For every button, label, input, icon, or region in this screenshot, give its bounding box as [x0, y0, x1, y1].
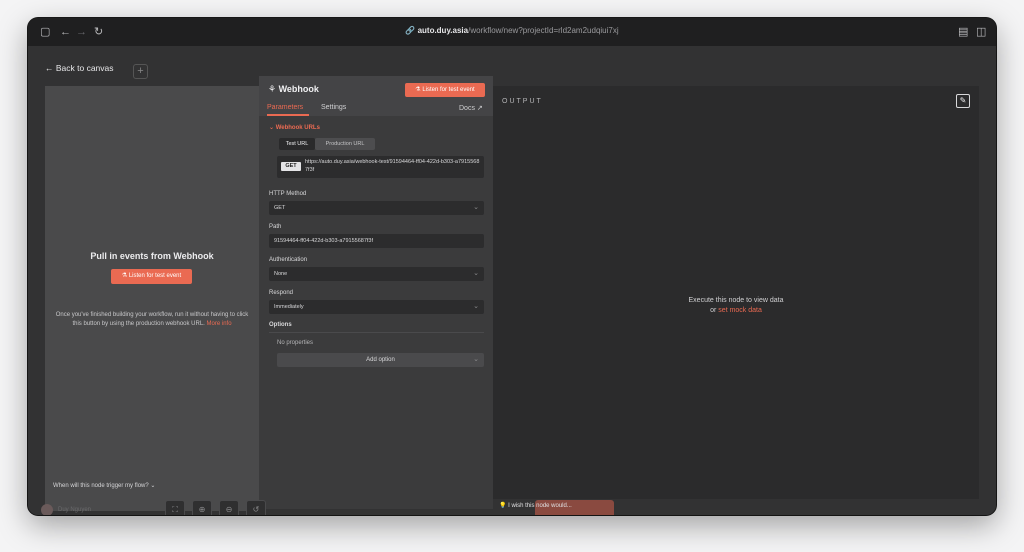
fit-view-icon: ⛶ [172, 505, 178, 514]
authentication-label: Authentication [269, 257, 308, 263]
zoom-out-icon: ⊖ [225, 505, 233, 514]
feedback-link[interactable]: 💡 I wish this node would... [499, 502, 572, 509]
input-panel-description: Once you've finished building your workf… [51, 311, 253, 329]
add-option-label: Add option [366, 357, 395, 363]
zoom-out-button[interactable]: ⊖ [219, 500, 239, 515]
node-title-text: Webhook [278, 84, 319, 94]
trigger-info-toggle[interactable]: When will this node trigger my flow? ⌄ [53, 482, 155, 489]
feedback-text: I wish this node would... [508, 503, 572, 509]
chevron-down-icon: ⌄ [473, 270, 479, 277]
chevron-down-icon: ⌄ [150, 483, 156, 489]
tab-test-url[interactable]: Test URL [279, 138, 315, 150]
back-label: Back to canvas [55, 63, 114, 73]
reader-icon[interactable]: ▤ [958, 26, 968, 38]
fit-view-button[interactable]: ⛶ [165, 500, 185, 515]
docs-label: Docs [459, 105, 475, 112]
tab-settings[interactable]: Settings [321, 104, 346, 111]
zoom-in-button[interactable]: ⊕ [192, 500, 212, 515]
external-link-icon: ↗ [474, 105, 483, 112]
path-label: Path [269, 224, 282, 230]
or-text: or [710, 307, 717, 314]
active-tab-indicator [267, 114, 309, 116]
edit-output-button[interactable]: ✎ [956, 94, 970, 108]
listen-label: Listen for test event [128, 273, 182, 279]
reset-zoom-button[interactable]: ↺ [246, 500, 266, 515]
url-host: auto.duy.asia [417, 26, 469, 35]
zoom-in-icon: ⊕ [198, 505, 206, 514]
mock-data-line: or set mock data [493, 306, 979, 316]
output-label: OUTPUT [502, 98, 543, 105]
execute-message-text: Execute this node to view data [688, 297, 784, 304]
authentication-select[interactable]: None ⌄ [269, 267, 484, 281]
path-input[interactable]: 91594464-ff04-422d-b303-a79155687f3f [269, 234, 484, 248]
more-info-link[interactable]: More info [207, 321, 232, 327]
back-arrow-icon: ← [45, 63, 56, 73]
http-method-select[interactable]: GET ⌄ [269, 201, 484, 215]
tab-parameters[interactable]: Parameters [267, 104, 303, 111]
avatar[interactable] [41, 504, 53, 515]
respond-label: Respond [269, 290, 294, 296]
set-mock-data-link[interactable]: set mock data [718, 307, 762, 314]
respond-value: Immediately [274, 304, 304, 310]
chevron-down-icon: ⌄ [473, 356, 479, 363]
webhook-url-box[interactable]: GET https://auto.duy.asia/webhook-test/9… [277, 156, 484, 178]
node-parameters-panel: ⚘ Webhook ⚗ Listen for test event Parame… [259, 76, 493, 509]
webhook-urls-label: Webhook URLs [275, 125, 320, 131]
chevron-down-icon: ⌄ [473, 303, 479, 310]
webhook-urls-toggle[interactable]: ⌄ Webhook URLs [269, 124, 320, 131]
lightbulb-icon: 💡 [499, 503, 509, 509]
browser-window: ▢ ← → ↻ 🔗 auto.duy.asia/workflow/new?pro… [28, 18, 996, 515]
listen-test-event-button[interactable]: ⚗ Listen for test event [405, 83, 485, 97]
input-panel-title: Pull in events from Webhook [90, 251, 214, 261]
listen-label: Listen for test event [422, 87, 475, 93]
reset-icon: ↺ [252, 505, 260, 514]
respond-select[interactable]: Immediately ⌄ [269, 300, 484, 314]
address-bar[interactable]: 🔗 auto.duy.asia/workflow/new?projectId=r… [28, 26, 996, 35]
listen-test-event-button-left[interactable]: ⚗ Listen for test event [111, 269, 192, 284]
no-properties-text: No properties [277, 340, 314, 346]
authentication-value: None [274, 271, 288, 277]
http-method-label: HTTP Method [269, 191, 307, 197]
options-divider [269, 332, 484, 333]
options-label: Options [269, 322, 292, 328]
tab-production-url[interactable]: Production URL [315, 138, 375, 150]
docs-link[interactable]: Docs ↗ [459, 104, 483, 112]
input-panel: Pull in events from Webhook ⚗ Listen for… [45, 86, 259, 511]
add-node-button[interactable]: + [133, 64, 148, 79]
url-path: /workflow/new?projectId=rld2am2udqiui7xj [468, 26, 619, 35]
chevron-down-icon: ⌄ [473, 204, 479, 211]
output-panel: OUTPUT ✎ Execute this node to view data … [493, 86, 979, 499]
back-to-canvas-link[interactable]: ← Back to canvas [45, 63, 114, 73]
user-name: Duy Nguyen [58, 507, 92, 513]
trigger-info-label: When will this node trigger my flow? [53, 483, 149, 489]
node-title: ⚘ Webhook [268, 84, 319, 95]
chevron-down-icon: ⌄ [269, 125, 276, 131]
split-view-icon[interactable]: ◫ [976, 26, 986, 38]
webhook-url-text: https://auto.duy.asia/webhook-test/91594… [305, 159, 480, 173]
http-method-value: GET [274, 205, 286, 211]
execute-message: Execute this node to view data or set mo… [493, 296, 979, 316]
pencil-icon: ✎ [959, 96, 967, 105]
webhook-icon: ⚘ [268, 84, 279, 94]
node-header: ⚘ Webhook ⚗ Listen for test event Parame… [259, 76, 493, 116]
link-icon: 🔗 [405, 26, 418, 35]
method-badge: GET [281, 162, 301, 171]
add-option-button[interactable]: Add option ⌄ [277, 353, 484, 367]
browser-toolbar: ▢ ← → ↻ 🔗 auto.duy.asia/workflow/new?pro… [28, 18, 996, 46]
flask-icon: ⚗ [121, 273, 129, 279]
